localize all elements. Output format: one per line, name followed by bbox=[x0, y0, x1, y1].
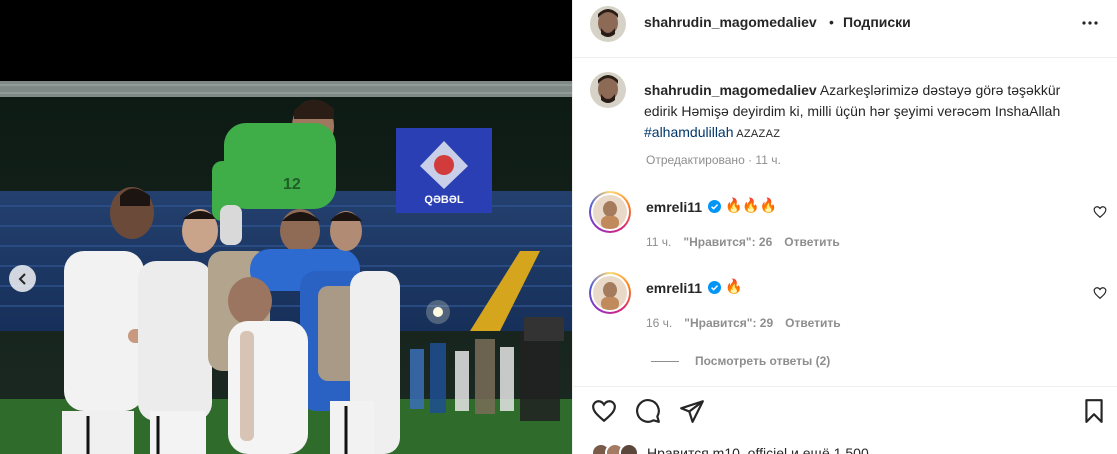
author-username-link[interactable]: shahrudin_magomedaliev bbox=[644, 14, 817, 30]
commenter-avatar-image bbox=[593, 195, 627, 229]
comment-text: 🔥🔥🔥 bbox=[725, 197, 778, 213]
post-action-bar: Нравится m10_officiel и ещё 1 500 bbox=[573, 386, 1117, 454]
comment-like-heart-icon[interactable] bbox=[1093, 205, 1107, 219]
edited-separator: · bbox=[744, 153, 756, 167]
post-caption: shahrudin_magomedaliev Azarkeşlərimizə d… bbox=[644, 80, 1094, 145]
comment-meta: 16 ч. "Нравится": 29 Ответить bbox=[646, 316, 853, 330]
comment-likes-count[interactable]: "Нравится": 29 bbox=[684, 316, 773, 330]
like-heart-icon[interactable] bbox=[591, 398, 617, 424]
likes-summary: Нравится m10_officiel и ещё 1 500 bbox=[591, 443, 869, 454]
post-photo: QƏBƏL 12 bbox=[0, 81, 572, 454]
chevron-left-icon bbox=[18, 272, 26, 285]
commenter-avatar-image bbox=[593, 276, 627, 310]
previous-image-button[interactable] bbox=[9, 265, 36, 292]
share-paper-plane-icon[interactable] bbox=[679, 398, 705, 424]
post-media: QƏBƏL 12 bbox=[0, 0, 572, 454]
comment-time[interactable]: 16 ч. bbox=[646, 316, 672, 330]
liker-avatar bbox=[619, 443, 639, 454]
hashtag-link[interactable]: #alhamdulillah bbox=[644, 124, 734, 140]
author-avatar-image bbox=[590, 72, 626, 108]
view-replies-label: Посмотреть ответы (2) bbox=[695, 354, 831, 368]
author-avatar-image bbox=[590, 6, 626, 42]
comment-bubble-icon[interactable] bbox=[635, 398, 661, 424]
header-separator: • bbox=[829, 14, 834, 30]
caption-author-avatar[interactable] bbox=[590, 72, 626, 108]
comment-avatar[interactable] bbox=[589, 191, 631, 233]
comment-text: 🔥 bbox=[725, 278, 743, 294]
board-label: QƏBƏL bbox=[424, 194, 463, 206]
reply-button[interactable]: Ответить bbox=[785, 316, 840, 330]
comment-username-link[interactable]: emreli11 bbox=[646, 280, 702, 296]
comment-avatar[interactable] bbox=[589, 272, 631, 314]
replies-divider bbox=[651, 360, 679, 362]
caption-username-link[interactable]: shahrudin_magomedaliev bbox=[644, 82, 817, 98]
comment-meta: 11 ч. "Нравится": 26 Ответить bbox=[646, 235, 852, 249]
edited-time[interactable]: 11 ч. bbox=[755, 153, 780, 167]
comment-like-heart-icon[interactable] bbox=[1093, 286, 1107, 300]
reply-button[interactable]: Ответить bbox=[784, 235, 839, 249]
caption-suffix: AZAZAZ bbox=[733, 128, 781, 140]
gk-number: 12 bbox=[283, 176, 301, 193]
comment-time[interactable]: 11 ч. bbox=[646, 235, 671, 249]
verified-badge-icon bbox=[708, 200, 721, 213]
post-side-panel: shahrudin_magomedaliev • Подписки shahru… bbox=[572, 0, 1117, 454]
following-button[interactable]: Подписки bbox=[843, 14, 911, 30]
more-horizontal-icon[interactable] bbox=[1080, 13, 1100, 33]
post-header: shahrudin_magomedaliev • Подписки bbox=[573, 0, 1117, 58]
comment-likes-count[interactable]: "Нравится": 26 bbox=[683, 235, 772, 249]
edited-label: Отредактировано bbox=[646, 153, 745, 167]
likes-text[interactable]: Нравится m10_officiel и ещё 1 500 bbox=[647, 445, 869, 454]
caption-edited-meta: Отредактировано · 11 ч. bbox=[646, 153, 781, 167]
view-replies-button[interactable]: Посмотреть ответы (2) bbox=[651, 354, 830, 368]
author-avatar[interactable] bbox=[590, 6, 626, 42]
verified-badge-icon bbox=[708, 281, 721, 294]
save-bookmark-icon[interactable] bbox=[1081, 398, 1107, 424]
comment-username-link[interactable]: emreli11 bbox=[646, 199, 702, 215]
